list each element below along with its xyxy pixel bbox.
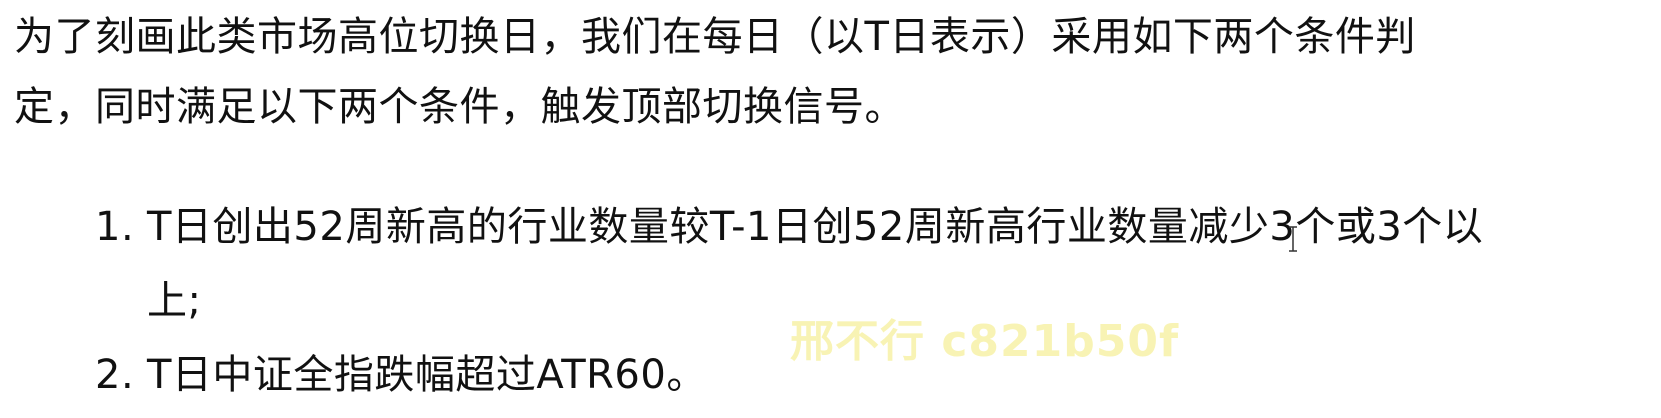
condition-1-line-1: T日创出52周新高的行业数量较T-1日创52周新高行业数量减少3个或3个以	[147, 204, 1484, 250]
intro-line-2: 定，同时满足以下两个条件，触发顶部切换信号。	[14, 84, 905, 130]
conditions-list: 1. T日创出52周新高的行业数量较T-1日创52周新高行业数量减少3个或3个以…	[95, 190, 1483, 412]
document-body: 为了刻画此类市场高位切换日，我们在每日（以T日表示）采用如下两个条件判 定，同时…	[14, 2, 1654, 142]
condition-2-line-1: T日中证全指跌幅超过ATR60。	[147, 352, 707, 398]
intro-line-1: 为了刻画此类市场高位切换日，我们在每日（以T日表示）采用如下两个条件判	[14, 14, 1416, 60]
list-item: 2. T日中证全指跌幅超过ATR60。	[95, 338, 1483, 412]
text-cursor-icon	[1289, 226, 1297, 252]
list-marker: 1.	[95, 204, 135, 250]
condition-1-line-2: 上;	[147, 278, 202, 324]
list-marker: 2.	[95, 352, 135, 398]
list-item: 1. T日创出52周新高的行业数量较T-1日创52周新高行业数量减少3个或3个以…	[95, 190, 1483, 338]
